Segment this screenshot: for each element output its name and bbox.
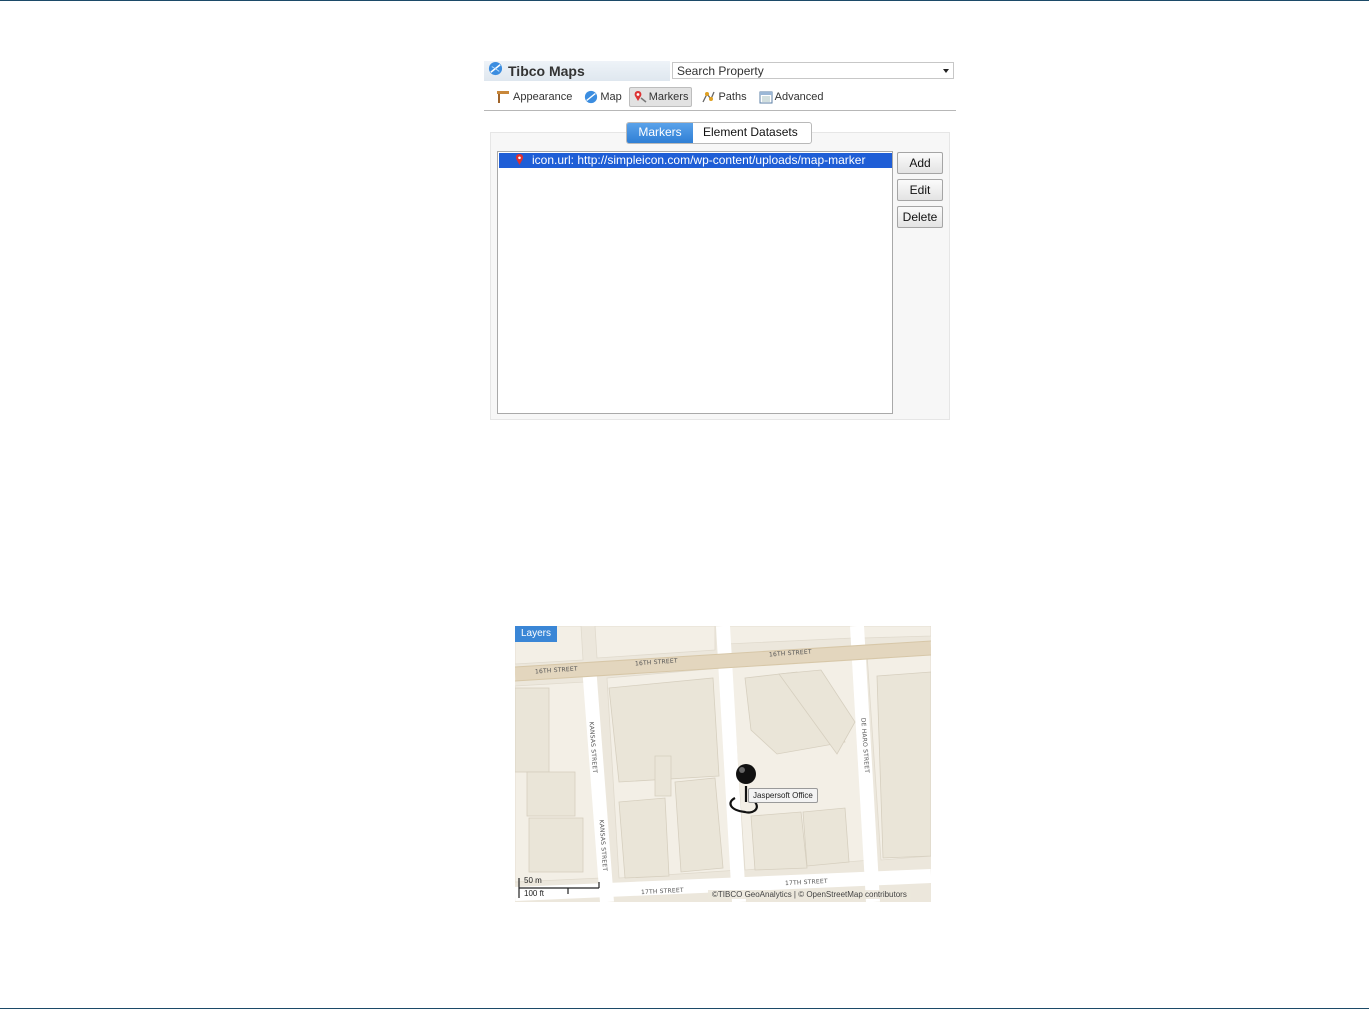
tool-appearance[interactable]: Appearance [492, 87, 575, 107]
globe-icon [585, 90, 598, 104]
properties-panel: Tibco Maps Search Property Appearance Ma… [484, 58, 956, 424]
list-item[interactable]: icon.url: http://simpleicon.com/wp-conte… [499, 153, 892, 168]
globe-icon [488, 61, 503, 81]
tool-advanced-label: Advanced [774, 91, 824, 103]
tool-paths[interactable]: Paths [698, 87, 749, 107]
chevron-down-icon [943, 69, 949, 73]
tool-advanced[interactable]: Advanced [756, 87, 827, 107]
tool-markers-label: Markers [648, 91, 689, 103]
layers-button[interactable]: Layers [515, 626, 557, 642]
panel-header: Tibco Maps Search Property [484, 58, 956, 84]
map-view[interactable]: 16TH STREET 16TH STREET 16TH STREET KANS… [515, 626, 931, 902]
search-property-select[interactable]: Search Property [672, 62, 954, 79]
search-property-label: Search Property [677, 64, 764, 78]
bottom-rule [0, 1008, 1369, 1009]
tab-element-datasets[interactable]: Element Datasets [693, 123, 811, 143]
scale-metric: 50 m [524, 876, 542, 885]
toolbar-divider [484, 110, 956, 111]
appearance-icon [497, 91, 509, 103]
tool-paths-label: Paths [718, 91, 747, 103]
marker-label: Jaspersoft Office [748, 788, 818, 803]
marker-icon [634, 91, 647, 103]
top-rule [0, 0, 1369, 1]
panel-title: Tibco Maps [508, 63, 585, 79]
panel-title-bar: Tibco Maps [484, 61, 670, 81]
add-button[interactable]: Add [897, 152, 943, 174]
tool-map[interactable]: Map [581, 87, 624, 107]
markers-tabs: Markers Element Datasets [626, 122, 812, 144]
tool-map-label: Map [600, 91, 622, 103]
edit-button[interactable]: Edit [897, 179, 943, 201]
marker-pin-icon [515, 154, 524, 168]
advanced-icon [759, 91, 773, 103]
delete-button[interactable]: Delete [897, 206, 943, 228]
paths-icon [702, 91, 716, 103]
tool-markers[interactable]: Markers [628, 87, 693, 107]
tool-appearance-label: Appearance [513, 91, 573, 103]
markers-list[interactable]: icon.url: http://simpleicon.com/wp-conte… [497, 151, 893, 414]
scale-imperial: 100 ft [524, 889, 545, 898]
map-attribution: ©TIBCO GeoAnalytics | © OpenStreetMap co… [708, 890, 911, 899]
tab-markers[interactable]: Markers [627, 123, 693, 143]
scale-bar: 50 m 100 ft [518, 876, 608, 900]
property-toolbar: Appearance Map Markers Paths Advanced [484, 86, 956, 108]
list-item-label: icon.url: http://simpleicon.com/wp-conte… [532, 153, 866, 167]
